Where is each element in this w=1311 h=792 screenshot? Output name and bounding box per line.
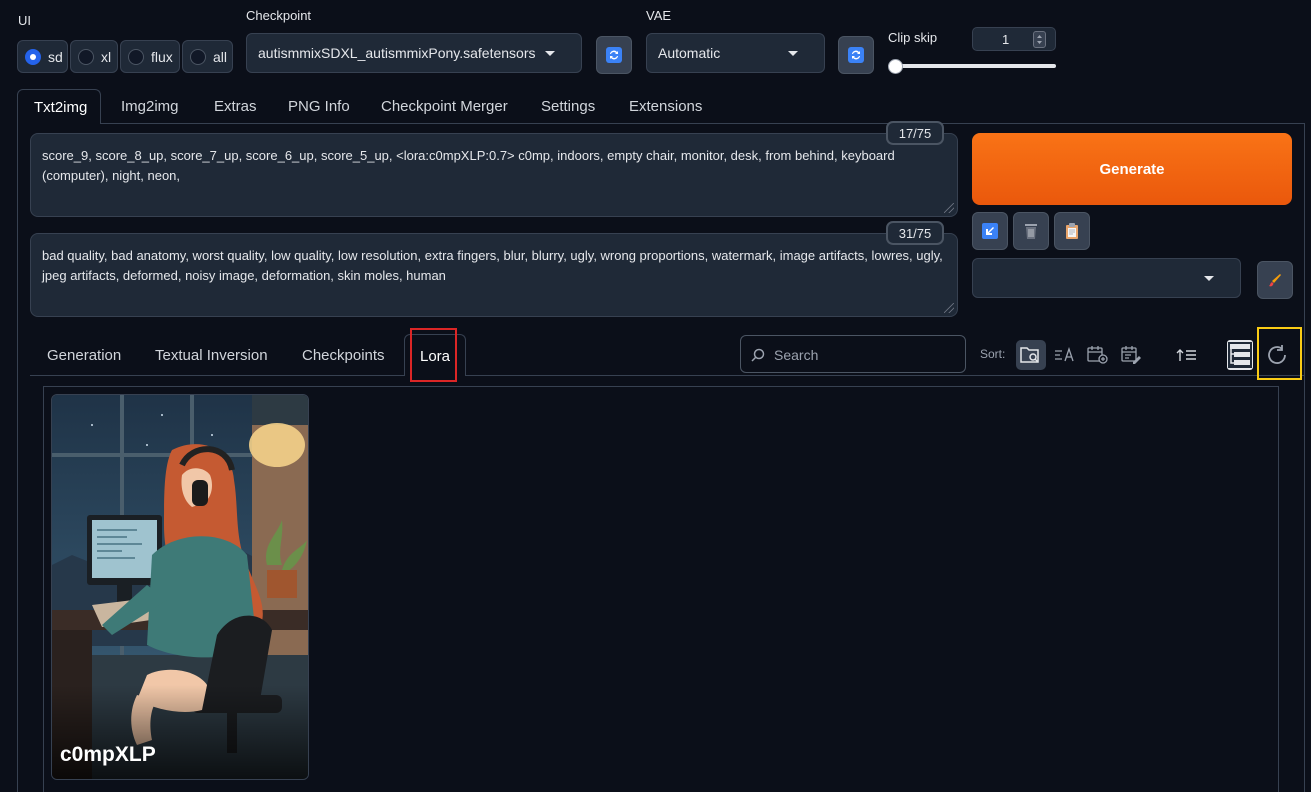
panel-right-border — [1304, 123, 1305, 792]
panel-left-border — [17, 123, 18, 792]
checkpoint-label: Checkpoint — [246, 8, 312, 23]
tab-checkpoint-merger[interactable]: Checkpoint Merger — [381, 98, 508, 115]
calendar-add-icon — [1087, 346, 1108, 364]
ui-radio-flux[interactable]: flux — [120, 40, 180, 73]
search-icon — [751, 348, 765, 362]
clip-skip-slider-handle[interactable] — [888, 59, 903, 74]
chevron-down-icon — [545, 51, 555, 56]
tree-view-icon — [1228, 342, 1252, 368]
subtab-generation[interactable]: Generation — [47, 347, 121, 364]
lora-card[interactable]: c0mpXLP — [51, 394, 309, 780]
tab-txt2img[interactable]: Txt2img — [17, 89, 101, 124]
checkpoint-dropdown[interactable]: autismmixSDXL_autismmixPony.safetensors — [246, 33, 582, 73]
calendar-edit-icon — [1121, 346, 1141, 364]
positive-token-counter: 17/75 — [886, 121, 944, 145]
vae-label: VAE — [646, 8, 672, 23]
ui-radio-sd[interactable]: sd — [17, 40, 68, 73]
ui-radio-all-label: all — [213, 48, 228, 65]
resize-handle-icon[interactable] — [944, 303, 954, 313]
resize-handle-icon[interactable] — [944, 203, 954, 213]
tab-img2img[interactable]: Img2img — [121, 98, 179, 115]
trash-icon — [1025, 224, 1037, 239]
refresh-vae-button[interactable] — [838, 36, 874, 74]
tab-extensions[interactable]: Extensions — [629, 98, 702, 115]
tab-settings[interactable]: Settings — [541, 98, 595, 115]
ui-radio-sd-label: sd — [48, 48, 63, 65]
tab-png-info[interactable]: PNG Info — [288, 98, 350, 115]
clipboard-icon — [1066, 223, 1078, 239]
clip-skip-input[interactable]: 1 — [972, 27, 1056, 51]
checkpoint-value: autismmixSDXL_autismmixPony.safetensors — [258, 45, 536, 61]
subtab-textual-inversion[interactable]: Textual Inversion — [155, 347, 268, 364]
radio-unselected-icon — [190, 48, 206, 65]
styles-clipboard-button[interactable] — [1054, 212, 1090, 250]
ui-label: UI — [18, 13, 31, 28]
radio-unselected-icon — [78, 48, 94, 65]
sort-by-date-modified-button[interactable] — [1117, 340, 1147, 370]
styles-dropdown[interactable] — [972, 258, 1241, 298]
stepper-arrows-icon[interactable] — [1033, 31, 1046, 48]
refresh-cards-button[interactable] — [1262, 340, 1292, 370]
tab-extras[interactable]: Extras — [214, 98, 257, 115]
radio-selected-icon — [25, 48, 41, 65]
generate-button[interactable]: Generate — [972, 133, 1292, 205]
lora-card-preview-image — [52, 395, 308, 779]
negative-token-counter: 31/75 — [886, 221, 944, 245]
positive-prompt-textarea[interactable]: score_9, score_8_up, score_7_up, score_6… — [30, 133, 958, 217]
clip-skip-label: Clip skip — [888, 30, 938, 45]
subtab-checkpoints[interactable]: Checkpoints — [302, 347, 385, 364]
sort-label: Sort: — [980, 347, 1006, 361]
sort-order-button[interactable] — [1172, 340, 1202, 370]
positive-prompt-text: score_9, score_8_up, score_7_up, score_6… — [42, 148, 895, 183]
search-input[interactable]: Search — [740, 335, 966, 373]
tree-view-button[interactable] — [1227, 340, 1253, 370]
tab-divider — [100, 123, 1305, 124]
search-placeholder: Search — [774, 347, 819, 363]
radio-unselected-icon — [128, 48, 144, 65]
paintbrush-icon — [1269, 274, 1281, 287]
sort-by-name-button[interactable] — [1050, 340, 1080, 370]
subtab-divider-right — [466, 375, 1305, 376]
edit-styles-button[interactable] — [1257, 261, 1293, 299]
clip-skip-slider-track[interactable] — [888, 64, 1056, 68]
folder-search-icon — [1020, 347, 1039, 363]
subtab-divider-left — [30, 375, 404, 376]
tab-txt2img-label: Txt2img — [34, 99, 88, 116]
clear-prompt-button[interactable] — [1013, 212, 1049, 250]
refresh-icon — [1268, 345, 1286, 364]
refresh-checkpoint-button[interactable] — [596, 36, 632, 74]
vae-value: Automatic — [658, 45, 721, 61]
lora-highlight-box — [410, 328, 457, 382]
sort-ascending-icon — [1176, 349, 1196, 361]
clip-skip-value: 1 — [1002, 32, 1010, 47]
chevron-down-icon — [1204, 276, 1214, 281]
chevron-down-icon — [788, 51, 798, 56]
refresh-icon — [606, 47, 622, 63]
sort-alpha-icon — [1055, 347, 1074, 362]
arrow-down-left-icon — [982, 223, 998, 239]
read-params-button[interactable] — [972, 212, 1008, 250]
sort-by-path-button[interactable] — [1016, 340, 1046, 370]
lora-card-name: c0mpXLP — [60, 743, 156, 766]
vae-dropdown[interactable]: Automatic — [646, 33, 825, 73]
ui-radio-xl[interactable]: xl — [70, 40, 118, 73]
negative-prompt-textarea[interactable]: bad quality, bad anatomy, worst quality,… — [30, 233, 958, 317]
negative-prompt-text: bad quality, bad anatomy, worst quality,… — [42, 248, 943, 283]
sort-by-date-created-button[interactable] — [1083, 340, 1113, 370]
ui-radio-flux-label: flux — [151, 48, 173, 65]
generate-button-label: Generate — [1099, 160, 1165, 178]
ui-radio-all[interactable]: all — [182, 40, 233, 73]
ui-radio-xl-label: xl — [101, 48, 112, 65]
refresh-icon — [848, 47, 864, 63]
